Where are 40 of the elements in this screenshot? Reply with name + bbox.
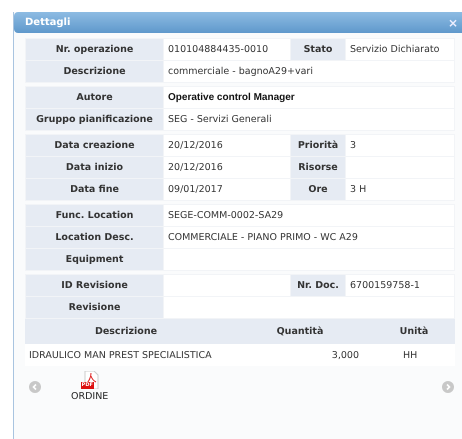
field-label: Descrizione [26, 60, 164, 82]
column-header: Quantità [227, 319, 373, 344]
table-cell: IDRAULICO MAN PREST SPECIALISTICA [25, 344, 227, 366]
table-cell: HH [373, 344, 455, 366]
field-label: ID Revisione [26, 274, 164, 296]
field-label: Nr. Doc. [290, 274, 346, 296]
field-value: Operative control Manager [164, 86, 454, 108]
dialog-title: Dettagli [25, 17, 70, 28]
field-label: Nr. operazione [26, 38, 164, 60]
field-label: Gruppo pianificazione [26, 108, 164, 130]
table-cell: 3,000 [227, 344, 373, 366]
next-icon[interactable] [442, 380, 454, 392]
field-value: SEG - Servizi Generali [164, 108, 454, 130]
field-value: 010104884435-0010 [164, 38, 290, 60]
field-value: 6700159758-1 [346, 274, 454, 296]
field-label: Ore [290, 178, 346, 200]
field-label: Stato [290, 38, 346, 60]
field-value: 3 H [346, 178, 454, 200]
field-value: 3 [346, 134, 454, 156]
file-name[interactable]: ORDINE [71, 391, 108, 402]
field-label: Data fine [26, 178, 164, 200]
column-header: Descrizione [25, 319, 227, 344]
column-header: Unità [373, 319, 455, 344]
field-label: Func. Location [26, 204, 164, 226]
field-value: 09/01/2017 [164, 178, 290, 200]
field-label: Priorità [290, 134, 346, 156]
field-value: 20/12/2016 [164, 134, 290, 156]
field-label: Revisione [26, 296, 164, 318]
field-label: Autore [26, 86, 164, 108]
field-value: SEGE-COMM-0002-SA29 [164, 204, 454, 226]
field-value: 20/12/2016 [164, 156, 290, 178]
field-label: Data creazione [26, 134, 164, 156]
field-value: Servizio Dichiarato [346, 38, 454, 60]
field-label: Location Desc. [26, 226, 164, 248]
field-label: Data inizio [26, 156, 164, 178]
field-value: COMMERCIALE - PIANO PRIMO - WC A29 [164, 226, 454, 248]
field-label: Risorse [290, 156, 346, 178]
field-label: Equipment [26, 248, 164, 270]
field-value: commerciale - bagnoA29+vari [164, 60, 454, 82]
previous-icon[interactable] [29, 380, 41, 392]
